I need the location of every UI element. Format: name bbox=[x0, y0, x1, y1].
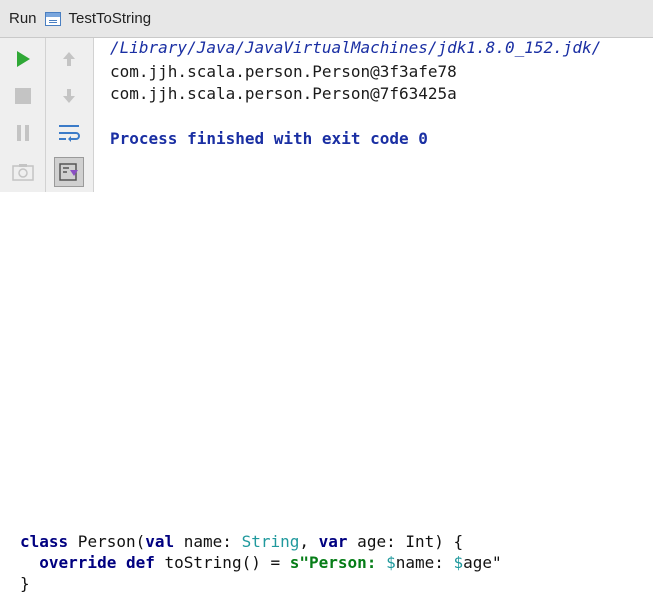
console-output-line: com.jjh.scala.person.Person@3f3afe78 bbox=[110, 62, 457, 81]
console-command-line: /Library/Java/JavaVirtualMachines/jdk1.8… bbox=[110, 38, 602, 57]
run-configuration-icon bbox=[44, 11, 61, 26]
scroll-to-end-icon bbox=[59, 163, 78, 181]
console-output[interactable]: /Library/Java/JavaVirtualMachines/jdk1.8… bbox=[110, 38, 653, 192]
run-window-label: Run bbox=[9, 10, 37, 27]
next-occurrence-button[interactable] bbox=[54, 81, 84, 111]
previous-occurrence-button[interactable] bbox=[54, 44, 84, 74]
code-line-3: } bbox=[20, 574, 30, 593]
code-keyword: var bbox=[318, 532, 348, 551]
dump-threads-button[interactable] bbox=[8, 157, 38, 187]
code-keyword: class bbox=[20, 532, 69, 551]
stop-button[interactable] bbox=[8, 81, 38, 111]
pause-button[interactable] bbox=[8, 118, 38, 148]
console-exit-message: Process finished with exit code 0 bbox=[110, 129, 428, 148]
run-toolbar-primary bbox=[0, 38, 46, 192]
soft-wrap-button[interactable] bbox=[54, 118, 84, 148]
run-tab-testtostring[interactable]: TestToString bbox=[69, 10, 152, 27]
code-text: name: bbox=[174, 532, 242, 551]
code-snippet: class Person(val name: String, var age: … bbox=[20, 531, 502, 594]
code-interpolation: $ bbox=[453, 553, 464, 572]
run-tool-window: Run TestToString /Library/Java/JavaVirtu… bbox=[0, 0, 653, 192]
code-text: age" bbox=[463, 553, 502, 572]
scroll-to-end-button[interactable] bbox=[54, 157, 84, 187]
code-text: , bbox=[299, 532, 319, 551]
rerun-button[interactable] bbox=[8, 44, 38, 74]
code-interpolation: $ bbox=[386, 553, 396, 572]
code-text: Person( bbox=[68, 532, 146, 551]
up-arrow-icon bbox=[63, 52, 75, 66]
code-text: age: Int) { bbox=[347, 532, 464, 551]
code-line-1: class Person(val name: String, var age: … bbox=[20, 531, 502, 552]
code-line-2: override def toString() = s"Person: $nam… bbox=[20, 552, 502, 573]
play-icon bbox=[17, 51, 30, 67]
run-toolbar-secondary bbox=[46, 38, 94, 192]
camera-icon bbox=[12, 164, 34, 181]
code-keyword: def bbox=[125, 553, 155, 572]
code-text: name: bbox=[395, 553, 454, 572]
code-keyword: override bbox=[39, 553, 117, 572]
run-tool-window-header: Run TestToString bbox=[0, 0, 653, 38]
soft-wrap-icon bbox=[59, 125, 80, 142]
down-arrow-icon bbox=[63, 89, 75, 103]
code-keyword: val bbox=[145, 532, 175, 551]
stop-icon bbox=[15, 88, 31, 104]
pause-icon bbox=[17, 125, 29, 141]
console-output-line: com.jjh.scala.person.Person@7f63425a bbox=[110, 84, 457, 103]
code-string: s"Person: bbox=[289, 553, 387, 572]
code-type: String bbox=[241, 532, 300, 551]
code-text: toString() = bbox=[154, 553, 290, 572]
